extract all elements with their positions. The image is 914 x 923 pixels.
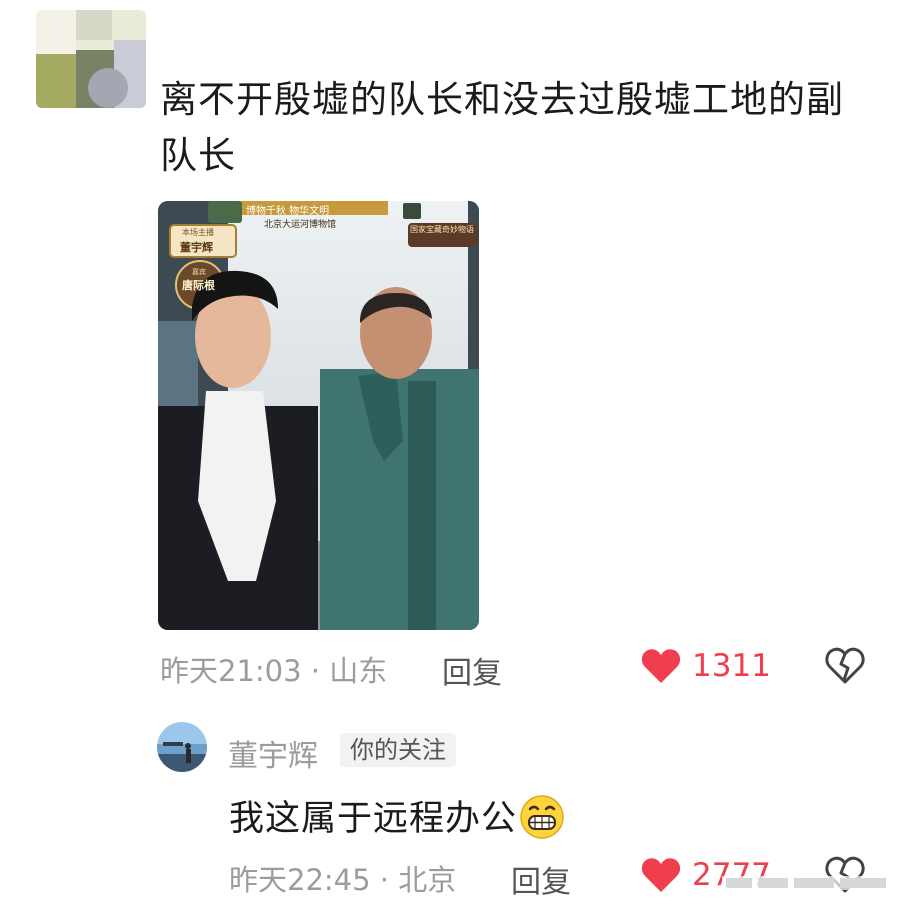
guest-tag-title: 嘉宾 — [192, 268, 206, 276]
livestream-screenshot — [158, 201, 479, 630]
host-tag-title: 本场主播 — [182, 228, 214, 237]
host-tag-name: 董宇辉 — [180, 241, 213, 254]
commenter-avatar[interactable] — [36, 10, 146, 108]
grinning-face-emoji — [520, 795, 564, 839]
comment-location: 山东 — [329, 654, 388, 688]
reply-button[interactable]: 回复 — [511, 857, 571, 901]
meta-separator: · — [310, 654, 321, 688]
comment-meta: 昨天21:03 · 山东 — [160, 648, 387, 690]
reply-time: 昨天22:45 — [229, 863, 371, 897]
museum-name: 北京大运河博物馆 — [264, 220, 337, 230]
program-logo: 国家宝藏奇妙物语 — [410, 225, 474, 234]
reply-button[interactable]: 回复 — [442, 648, 502, 692]
following-badge: 你的关注 — [340, 733, 456, 767]
comment-time: 昨天21:03 — [160, 654, 302, 688]
reply-username[interactable]: 董宇辉 — [228, 731, 318, 775]
banner-title: 博物千秋 物华文明 — [246, 206, 330, 217]
reply-text-body: 我这属于远程办公 — [229, 799, 518, 839]
like-count: 1311 — [692, 648, 771, 684]
guest-tag-name: 唐际根 — [182, 279, 215, 292]
avatar-image — [157, 722, 207, 772]
reply-location: 北京 — [398, 863, 457, 897]
comment-image[interactable]: 博物千秋 物华文明 北京大运河博物馆 本场主播 董宇辉 嘉宾 唐际根 国家宝藏奇… — [158, 201, 479, 630]
meta-separator: · — [379, 863, 390, 897]
heart-icon[interactable] — [641, 857, 681, 893]
reply-user-avatar[interactable] — [157, 722, 207, 772]
heart-icon[interactable] — [641, 648, 681, 684]
reply-text: 我这属于远程办公 — [229, 790, 565, 841]
reply-meta: 昨天22:45 · 北京 — [229, 857, 456, 899]
comment-text: 离不开殷墟的队长和没去过殷墟工地的副队长 — [160, 78, 844, 177]
watermark — [722, 876, 890, 890]
broken-heart-icon[interactable] — [825, 646, 865, 686]
